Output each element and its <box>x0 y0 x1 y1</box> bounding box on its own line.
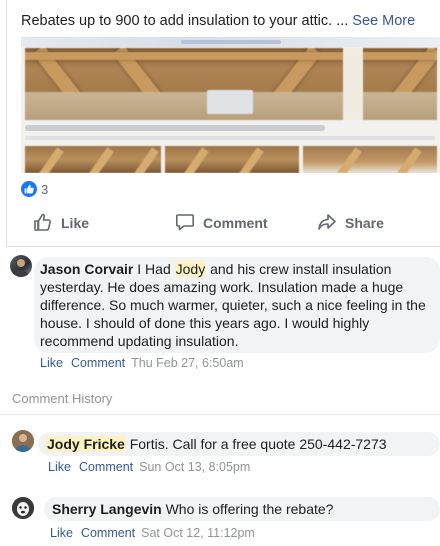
avatar[interactable] <box>12 497 34 519</box>
comment-label: Comment <box>203 215 268 231</box>
see-more-link[interactable]: See More <box>352 13 415 29</box>
preview-subcaption <box>25 136 435 140</box>
comment-like-link[interactable]: Like <box>40 356 63 370</box>
thumbs-up-icon <box>33 212 53 235</box>
like-reaction-icon <box>21 181 37 197</box>
comment-author[interactable]: Jason Corvair <box>40 261 133 277</box>
divider <box>0 414 440 415</box>
comment-reply-link[interactable]: Comment <box>81 526 135 540</box>
preview-caption <box>25 125 325 131</box>
comment-text-part: I Had <box>133 261 175 277</box>
comment-button[interactable]: Comment <box>175 212 268 235</box>
share-arrow-icon <box>317 212 337 235</box>
post-text: Rebates up to 900 to add insulation to y… <box>21 13 415 29</box>
link-preview-image[interactable] <box>21 37 440 173</box>
avatar[interactable] <box>12 430 34 452</box>
comment-bubble: Jason Corvair I Had Jody and his crew in… <box>34 257 440 353</box>
reaction-count: 3 <box>41 181 49 197</box>
like-button[interactable]: Like <box>33 212 89 235</box>
mention-tag[interactable]: Jody <box>174 261 207 277</box>
comment-meta: Like Comment Thu Feb 27, 6:50am <box>40 356 244 370</box>
preview-thumbnail <box>25 146 161 173</box>
comment-timestamp[interactable]: Sun Oct 13, 8:05pm <box>139 460 250 474</box>
preview-thumbnail <box>165 146 299 173</box>
comment-like-link[interactable]: Like <box>50 526 73 540</box>
comment-icon <box>175 212 195 235</box>
post-card: Rebates up to 900 to add insulation to y… <box>6 0 440 247</box>
comment-history-label[interactable]: Comment History <box>12 391 112 406</box>
attic-photo <box>25 48 437 120</box>
like-label: Like <box>61 215 90 231</box>
reaction-summary[interactable]: 3 <box>21 181 48 197</box>
avatar[interactable] <box>10 255 32 277</box>
comment-meta: Like Comment Sun Oct 13, 8:05pm <box>48 460 250 474</box>
comment-timestamp[interactable]: Sat Oct 12, 11:12pm <box>141 526 255 540</box>
post-body: Rebates up to 900 to add insulation to y… <box>21 13 349 29</box>
comment-text: Fortis. Call for a free quote 250-442-72… <box>125 436 387 452</box>
comment-bubble: Sherry Langevin Who is offering the reba… <box>44 497 440 521</box>
comment-reply-link[interactable]: Comment <box>71 356 125 370</box>
comment-text: Who is offering the rebate? <box>161 501 334 517</box>
comment-meta: Like Comment Sat Oct 12, 11:12pm <box>50 526 255 540</box>
comment-timestamp[interactable]: Thu Feb 27, 6:50am <box>131 356 244 370</box>
preview-browser-bar <box>21 37 440 47</box>
post-actions-bar: Like Comment Share <box>21 205 435 241</box>
comment-author[interactable]: Sherry Langevin <box>52 501 162 517</box>
comment-reply-link[interactable]: Comment <box>79 460 133 474</box>
share-button[interactable]: Share <box>317 212 384 235</box>
comment-bubble: Jody Fricke Fortis. Call for a free quot… <box>38 432 440 456</box>
share-label: Share <box>345 215 384 231</box>
preview-thumbnail <box>303 146 437 173</box>
comment-like-link[interactable]: Like <box>48 460 71 474</box>
comment-author[interactable]: Jody Fricke <box>46 436 126 452</box>
